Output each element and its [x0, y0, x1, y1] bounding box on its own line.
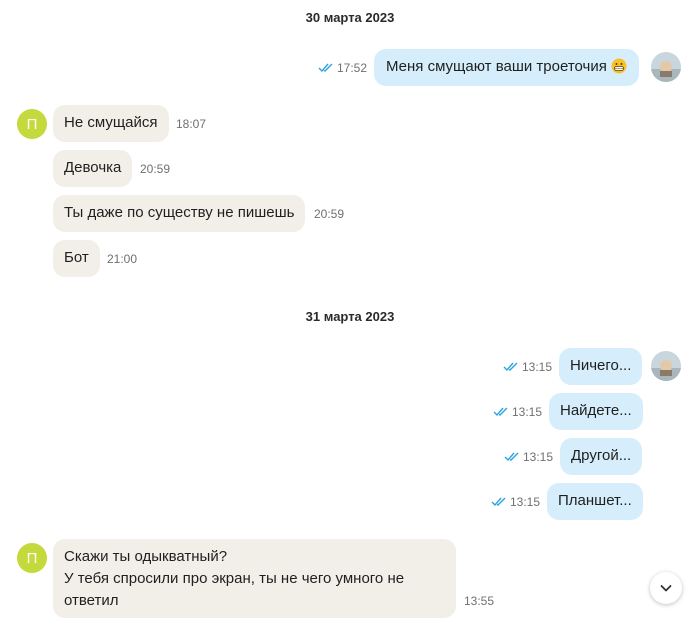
message-outgoing[interactable]: Планшет... [547, 483, 643, 520]
message-text: Не смущайся [64, 114, 158, 131]
message-outgoing[interactable]: Другой... [560, 438, 643, 475]
double-check-icon [491, 497, 506, 507]
message-meta: 13:15 [503, 360, 552, 374]
message-text-line: У тебя спросили про экран, ты не чего ум… [64, 570, 405, 587]
message-time: 20:59 [140, 162, 171, 176]
message-incoming[interactable]: Девочка [53, 150, 133, 187]
message-time: 13:55 [464, 594, 495, 608]
date-separator: 30 марта 2023 [305, 10, 395, 25]
message-time: 13:15 [510, 495, 541, 509]
message-meta: 13:15 [491, 495, 540, 509]
message-text: Меня смущают ваши троеточия [386, 58, 607, 75]
double-check-icon [318, 63, 333, 73]
date-separator: 31 марта 2023 [305, 309, 395, 324]
chevron-down-icon [660, 585, 672, 592]
message-time: 13:15 [522, 360, 553, 374]
message-text-line: Скажи ты одыкватный? [64, 548, 228, 565]
message-time: 20:59 [314, 207, 345, 221]
double-check-icon [504, 452, 519, 462]
message-text: Найдете... [560, 402, 632, 419]
message-text: Ничего... [570, 357, 632, 374]
contact-avatar[interactable]: П [17, 109, 47, 139]
message-outgoing[interactable]: Найдете... [549, 393, 643, 430]
message-meta: 13:15 [504, 450, 553, 464]
message-meta: 13:15 [493, 405, 542, 419]
message-time: 21:00 [107, 252, 138, 266]
message-text: Планшет... [558, 492, 632, 509]
message-time: 13:15 [512, 405, 543, 419]
message-incoming[interactable]: Не смущайся [53, 105, 169, 142]
double-check-icon [503, 362, 518, 372]
contact-avatar[interactable]: П [17, 543, 47, 573]
message-time: 17:52 [337, 61, 368, 75]
message-time: 18:07 [176, 117, 207, 131]
message-incoming[interactable]: Бот [53, 240, 100, 277]
message-outgoing[interactable]: Ничего... [559, 348, 643, 385]
message-outgoing[interactable]: Меня смущают ваши троеточия [374, 49, 639, 86]
message-text: Другой... [571, 447, 632, 464]
message-time: 13:15 [523, 450, 554, 464]
double-check-icon [493, 407, 508, 417]
my-avatar[interactable] [651, 351, 681, 381]
avatar-letter: П [26, 549, 38, 567]
message-text: Девочка [64, 159, 122, 176]
message-meta: 17:52 [318, 61, 367, 75]
message-text: Ты даже по существу не пишешь [64, 204, 295, 221]
grinning-face-icon [611, 58, 627, 74]
message-text-line: ответил [64, 592, 119, 609]
message-incoming[interactable]: Ты даже по существу не пишешь [53, 195, 306, 232]
my-avatar[interactable] [651, 52, 681, 82]
scroll-down-button[interactable] [650, 572, 682, 604]
avatar-letter: П [26, 115, 38, 133]
message-incoming[interactable]: Скажи ты одыкватный? У тебя спросили про… [53, 539, 456, 618]
message-text: Бот [64, 249, 89, 266]
